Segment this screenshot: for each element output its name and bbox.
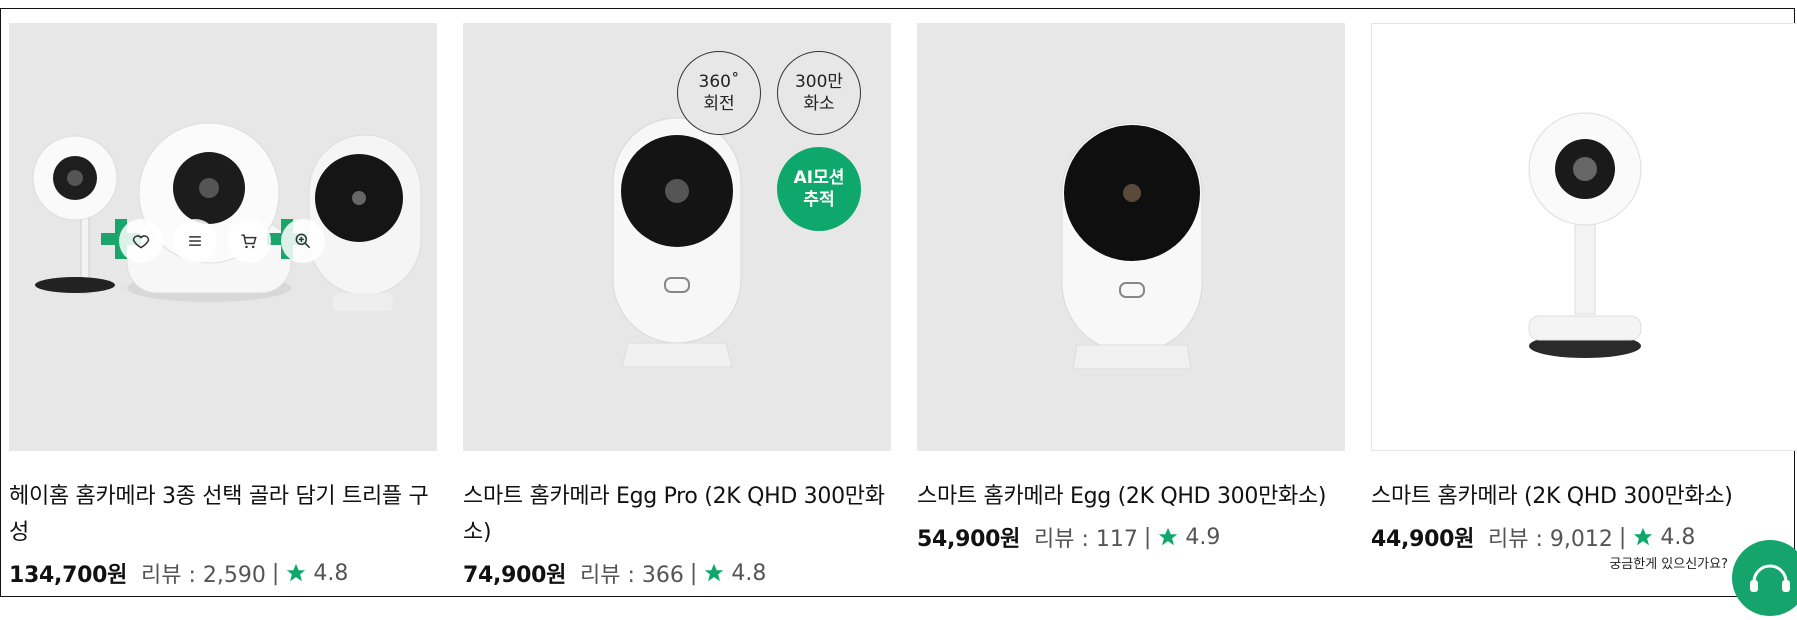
- help-chat-button[interactable]: [1732, 540, 1797, 616]
- quick-actions: [119, 219, 325, 263]
- heart-icon: [132, 235, 150, 249]
- headset-icon: [1750, 564, 1790, 592]
- home-camera-illustration: [1528, 112, 1642, 358]
- product-card[interactable]: 스마트 홈카메라 (2K QHD 300만화소) 44,900원 리뷰 : 9,…: [1371, 23, 1797, 553]
- egg-camera-illustration: [1061, 122, 1203, 370]
- zoom-button[interactable]: [281, 219, 325, 263]
- rating-value: 4.8: [313, 560, 349, 586]
- zoom-icon: [295, 233, 311, 249]
- rating-value: 4.8: [731, 560, 767, 586]
- feature-badge: 360˚ 회전: [677, 51, 761, 135]
- separator: |: [1143, 524, 1152, 550]
- detail-button[interactable]: [173, 219, 217, 263]
- feature-badge: 300만 화소: [777, 51, 861, 135]
- cart-icon: [241, 234, 257, 249]
- product-meta: 54,900원 리뷰 : 117 | 4.9: [917, 521, 1345, 553]
- product-price: 54,900원: [917, 527, 1021, 552]
- product-title[interactable]: 스마트 홈카메라 Egg (2K QHD 300만화소): [917, 479, 1345, 515]
- star-icon: [705, 563, 724, 582]
- product-meta: 134,700원 리뷰 : 2,590 | 4.8: [9, 557, 437, 589]
- separator: |: [689, 560, 698, 586]
- wishlist-button[interactable]: [119, 219, 163, 263]
- separator: |: [1618, 524, 1627, 550]
- product-title[interactable]: 스마트 홈카메라 (2K QHD 300만화소): [1371, 479, 1797, 515]
- product-title[interactable]: 헤이홈 홈카메라 3종 선택 골라 담기 트리플 구성: [9, 479, 437, 551]
- separator: |: [271, 560, 280, 586]
- star-icon: [1634, 527, 1653, 546]
- menu-icon: [189, 236, 201, 246]
- review-count: 리뷰 : 2,590: [141, 563, 266, 588]
- rating-value: 4.9: [1185, 524, 1221, 550]
- feature-badge-ai: AI모션 추적: [777, 147, 861, 231]
- product-image[interactable]: 360˚ 회전 300만 화소 AI모션 추적: [463, 23, 891, 451]
- product-title[interactable]: 스마트 홈카메라 Egg Pro (2K QHD 300만화소): [463, 479, 891, 551]
- review-count: 리뷰 : 366: [580, 563, 684, 588]
- product-price: 74,900원: [463, 563, 567, 588]
- product-price: 134,700원: [9, 563, 128, 588]
- product-meta: 74,900원 리뷰 : 366 | 4.8: [463, 557, 891, 589]
- product-card[interactable]: 스마트 홈카메라 Egg (2K QHD 300만화소) 54,900원 리뷰 …: [917, 23, 1345, 553]
- rating-value: 4.8: [1660, 524, 1696, 550]
- help-label[interactable]: 궁금한게 있으신가요?: [1609, 553, 1728, 572]
- star-icon: [1159, 527, 1178, 546]
- add-to-cart-button[interactable]: [227, 219, 271, 263]
- product-price: 44,900원: [1371, 527, 1475, 552]
- product-card[interactable]: 360˚ 회전 300만 화소 AI모션 추적 스마트 홈카메라 Egg Pro…: [463, 23, 891, 589]
- product-image[interactable]: [9, 23, 437, 451]
- product-card[interactable]: 헤이홈 홈카메라 3종 선택 골라 담기 트리플 구성 134,700원 리뷰 …: [9, 23, 437, 589]
- review-count: 리뷰 : 117: [1034, 527, 1138, 552]
- product-image[interactable]: [917, 23, 1345, 451]
- product-grid: 헤이홈 홈카메라 3종 선택 골라 담기 트리플 구성 134,700원 리뷰 …: [0, 8, 1797, 616]
- star-icon: [287, 563, 306, 582]
- review-count: 리뷰 : 9,012: [1488, 527, 1613, 552]
- product-image[interactable]: [1371, 23, 1797, 451]
